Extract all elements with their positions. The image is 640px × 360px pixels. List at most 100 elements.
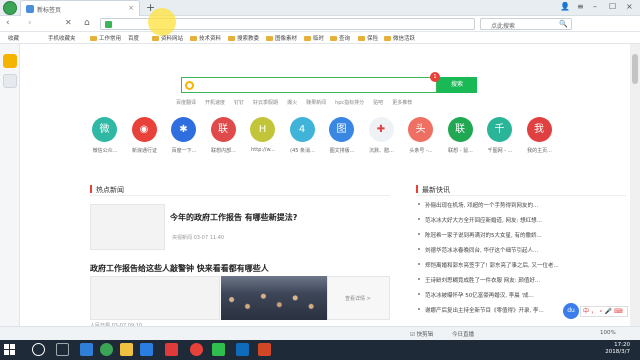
folder-icon	[266, 36, 273, 41]
bookmark-item[interactable]: 微信活跃	[384, 34, 415, 42]
hot-word-link[interactable]: 贴吧	[373, 100, 383, 106]
menu-icon[interactable]: ≡	[577, 2, 584, 11]
tab-new-tab[interactable]: 新标签页 ×	[20, 0, 140, 16]
bookmark-item[interactable]: 收藏	[8, 34, 19, 42]
hot-word-link[interactable]: 钉钉	[234, 100, 244, 106]
quick-access-item[interactable]: 联联想 - 鼠...	[444, 117, 478, 157]
bookmark-item[interactable]: 百度	[128, 34, 139, 42]
quick-access-item[interactable]: 微微信公众...	[88, 117, 122, 157]
bookmark-item[interactable]: 查询	[330, 34, 350, 42]
app-label: 联想内部...	[211, 148, 236, 154]
powerpoint-icon[interactable]	[258, 343, 271, 356]
bookmark-item[interactable]: 保险	[358, 34, 378, 42]
news-title[interactable]: 今年的政府工作报告 有哪些新提法?	[170, 212, 297, 223]
back-icon[interactable]: ‹	[6, 18, 10, 28]
latest-news-text: 谢娜产后复出主持全新节目《零值得》开录, 李...	[425, 308, 544, 314]
search-input[interactable]	[181, 77, 437, 93]
header-accent	[90, 185, 92, 193]
hot-word-link[interactable]: 爆火	[287, 100, 297, 106]
app-icon[interactable]	[140, 343, 153, 356]
latest-news-item[interactable]: 孙俪出现在机场, 邓超的一个手势得到网友的...	[418, 201, 630, 211]
latest-news-item[interactable]: 范冰冰大好大方全开回应新婚道, 网友: 想红想...	[418, 216, 630, 226]
latest-news-item[interactable]: 陈冠希一家子说到再满对的5大女星, 有的撒娇...	[418, 231, 630, 241]
tab-close-icon[interactable]: ×	[128, 4, 134, 12]
quick-clip-button[interactable]: ☑ 快剪辑	[410, 330, 433, 338]
quick-access-item[interactable]: 图图文排版...	[325, 117, 359, 157]
status-bar: ☑ 快剪辑 今日直播 100%	[0, 326, 640, 340]
latest-news-item[interactable]: 刘德华范冰冰春晚同台, 华仔这个细节引起人...	[418, 246, 630, 256]
hot-word-link[interactable]: 好云季假期	[253, 100, 278, 106]
browser-logo-icon[interactable]	[3, 1, 17, 15]
bullet	[418, 263, 420, 265]
browser-taskbar-icon[interactable]	[100, 343, 113, 356]
stop-icon[interactable]: ✕	[65, 18, 72, 27]
minimize-button[interactable]: –	[593, 2, 597, 11]
forward-icon[interactable]: ›	[28, 18, 32, 28]
outlook-icon[interactable]	[236, 343, 249, 356]
hot-word-link[interactable]: 更多推荐	[392, 100, 412, 106]
folder-icon	[358, 36, 365, 41]
news-thumbnail[interactable]	[90, 204, 165, 250]
quick-access-item[interactable]: 头头条号 -...	[404, 117, 438, 157]
bookmark-item[interactable]: 图像素材	[266, 34, 297, 42]
search-icon[interactable]: 🔍	[559, 20, 568, 28]
quick-access-item[interactable]: 千千图网 - ...	[483, 117, 517, 157]
bookmark-item[interactable]: 工作常用	[90, 34, 121, 42]
folder-icon	[384, 36, 391, 41]
close-window-button[interactable]: ×	[626, 2, 633, 11]
bullet	[418, 233, 420, 235]
wechat-icon[interactable]	[212, 343, 225, 356]
search-engine-icon[interactable]	[185, 81, 194, 90]
scrollbar-thumb[interactable]	[632, 54, 638, 84]
edge-icon[interactable]	[80, 343, 93, 356]
hot-word-link[interactable]: hpc指标排分	[335, 100, 364, 106]
search-icon[interactable]	[32, 343, 45, 356]
latest-news-text: 陈冠希一家子说到再满对的5大女星, 有的撒娇...	[425, 233, 542, 239]
home-icon[interactable]: ⌂	[84, 18, 90, 28]
quick-access-item[interactable]: 4 (45 条消...	[286, 117, 320, 157]
news-title[interactable]: 政府工作报告给这些人敲警钟 快来看看都有哪些人	[90, 263, 269, 274]
latest-news-item[interactable]: 王诗龄刘思糊竟成胜了一件衣服 网友: 颜值好...	[418, 276, 630, 286]
app-label: 图文排版...	[329, 148, 355, 154]
toolbar-search-box[interactable]: 点此搜索 🔍	[480, 18, 572, 30]
quick-access-item[interactable]: 联联想内部...	[207, 117, 241, 157]
windows-start-icon[interactable]	[4, 344, 16, 356]
folder-icon	[90, 36, 97, 41]
user-icon[interactable]: 👤	[560, 2, 570, 11]
quick-access-item[interactable]: 我我的主页...	[523, 117, 557, 157]
eye-icon[interactable]	[3, 74, 17, 88]
app-icon: 联	[447, 117, 473, 142]
news-photo[interactable]	[221, 276, 327, 320]
app-icon[interactable]	[190, 343, 203, 356]
star-icon[interactable]	[3, 54, 17, 68]
news-thumbnail[interactable]	[90, 276, 220, 320]
quick-access-item[interactable]: ◉ 新浪通行证	[128, 117, 162, 157]
bookmark-item[interactable]: 手机收藏夹	[48, 34, 76, 42]
bookmark-item[interactable]: 技术资料	[190, 34, 221, 42]
quick-access-item[interactable]: ✚ 沉默、腊...	[365, 117, 399, 157]
scrollbar[interactable]	[630, 44, 640, 326]
live-button[interactable]: 今日直播	[452, 330, 474, 338]
latest-news-item[interactable]: 范冰冰被曝怀孕 50亿富豪再婚汉, 李晨 '成...	[418, 291, 630, 301]
tray-clock[interactable]: 17:20 2018/3/7	[590, 342, 630, 356]
bookmark-item[interactable]: 临时	[304, 34, 324, 42]
hot-word-link[interactable]: 开机速度	[205, 100, 225, 106]
hot-word-link[interactable]: 百度翻译	[176, 100, 196, 106]
quick-access-item[interactable]: ✱ 百度一下...	[167, 117, 201, 157]
folder-icon[interactable]	[120, 343, 133, 356]
search-button[interactable]: 搜索	[437, 77, 477, 93]
latest-news-text: 刘德华范冰冰春晚同台, 华仔这个细节引起人...	[425, 248, 539, 254]
news-more-link[interactable]: 查看详情 >	[345, 295, 371, 302]
task-view-icon[interactable]	[56, 343, 69, 356]
latest-news-item[interactable]: 郑恺离婚和郭东亮签字了! 郭东亮了事之后, 又一位老...	[418, 261, 630, 271]
baidu-float-icon[interactable]: du	[563, 303, 579, 319]
hot-word-link[interactable]: 赚果新闻	[306, 100, 326, 106]
app-icon: 图	[329, 117, 354, 142]
quick-access-item[interactable]: Hhttp://w...	[246, 117, 280, 157]
title-bar: 新标签页 × + 👤 ≡ – ☐ ×	[0, 0, 640, 16]
app-icon[interactable]	[165, 343, 178, 356]
maximize-button[interactable]: ☐	[609, 2, 616, 11]
bookmark-item[interactable]: 搜索教委	[228, 34, 259, 42]
zoom-level[interactable]: 100%	[600, 330, 616, 336]
ime-toolbar[interactable]: 中 ， ∘ 🎤 ⌨	[580, 306, 628, 317]
